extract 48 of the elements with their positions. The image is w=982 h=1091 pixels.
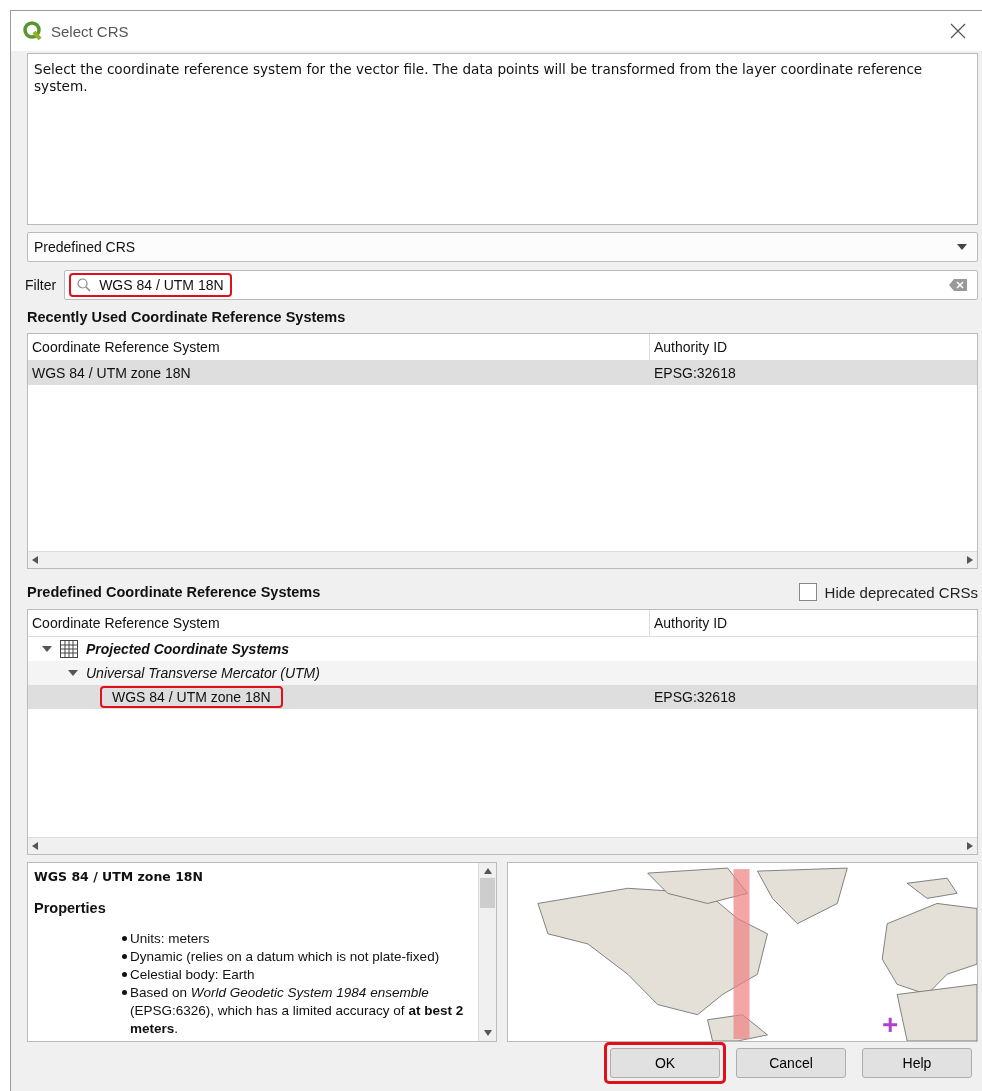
- column-header[interactable]: Coordinate Reference System: [28, 610, 650, 636]
- expand-arrow-icon[interactable]: [42, 644, 52, 654]
- bullet-icon: [122, 936, 127, 941]
- scrollbar-thumb[interactable]: [480, 878, 495, 908]
- section-heading: Recently Used Coordinate Reference Systems: [27, 309, 347, 325]
- filter-field[interactable]: WGS 84 / UTM 18N: [64, 270, 978, 300]
- table-row[interactable]: WGS 84 / UTM zone 18N EPSG:32618: [28, 361, 977, 385]
- caret-icon: [957, 244, 967, 250]
- crs-title: WGS 84 / UTM zone 18N: [34, 869, 204, 884]
- dialog-button[interactable]: Help: [862, 1048, 972, 1078]
- expand-arrow-icon[interactable]: [68, 668, 78, 678]
- checkbox[interactable]: [798, 583, 817, 601]
- clear-icon[interactable]: [949, 279, 967, 291]
- scroll-right-icon[interactable]: [967, 842, 973, 850]
- app-logo-icon: [23, 21, 43, 41]
- horizontal-scrollbar[interactable]: [28, 837, 977, 854]
- column-header[interactable]: Authority ID: [650, 339, 977, 355]
- horizontal-scrollbar[interactable]: [28, 551, 977, 568]
- dialog-button[interactable]: Cancel: [736, 1048, 846, 1078]
- dialog-button[interactable]: OK: [610, 1048, 720, 1078]
- scroll-left-icon[interactable]: [32, 842, 38, 850]
- properties-heading: Properties: [34, 900, 107, 916]
- filter-label: Filter: [25, 277, 57, 293]
- vertical-scrollbar[interactable]: [478, 863, 496, 1041]
- description-text: Select the coordinate reference system for the vector file. The data points will be transformed from the layer coordinate reference system.: [34, 61, 923, 94]
- window-title: Select CRS: [51, 22, 130, 40]
- crs-type-dropdown[interactable]: Predefined CRS: [27, 232, 978, 262]
- column-header[interactable]: Coordinate Reference System: [28, 334, 650, 360]
- close-icon[interactable]: [950, 23, 966, 39]
- property-text: Based on World Geodetic System 1984 ensemble (EPSG:6326), which has a limited accuracy of at best 2 meters.: [130, 984, 465, 1038]
- tree-row[interactable]: WGS 84 / UTM zone 18N EPSG:32618: [28, 685, 977, 709]
- scroll-up-icon[interactable]: [483, 868, 492, 874]
- property-text: Dynamic (relies on a datum which is not plate-fixed): [130, 948, 440, 966]
- tree-row[interactable]: Universal Transverse Mercator (UTM): [28, 661, 977, 685]
- scroll-left-icon[interactable]: [32, 556, 38, 564]
- property-text: Units: meters: [130, 930, 210, 948]
- property-text: Celestial body: Earth: [130, 966, 255, 984]
- search-icon: [77, 278, 92, 292]
- scroll-right-icon[interactable]: [967, 556, 973, 564]
- bullet-icon: [122, 990, 127, 995]
- bullet-icon: [122, 954, 127, 959]
- scroll-down-icon[interactable]: [483, 1030, 492, 1036]
- section-heading: Predefined Coordinate Reference Systems: [27, 584, 321, 600]
- checkbox-label[interactable]: Hide deprecated CRSs: [824, 583, 978, 601]
- column-header[interactable]: Authority ID: [650, 615, 977, 631]
- grid-icon: [60, 640, 78, 658]
- bullet-icon: [122, 972, 127, 977]
- tree-row[interactable]: Projected Coordinate Systems: [28, 637, 977, 661]
